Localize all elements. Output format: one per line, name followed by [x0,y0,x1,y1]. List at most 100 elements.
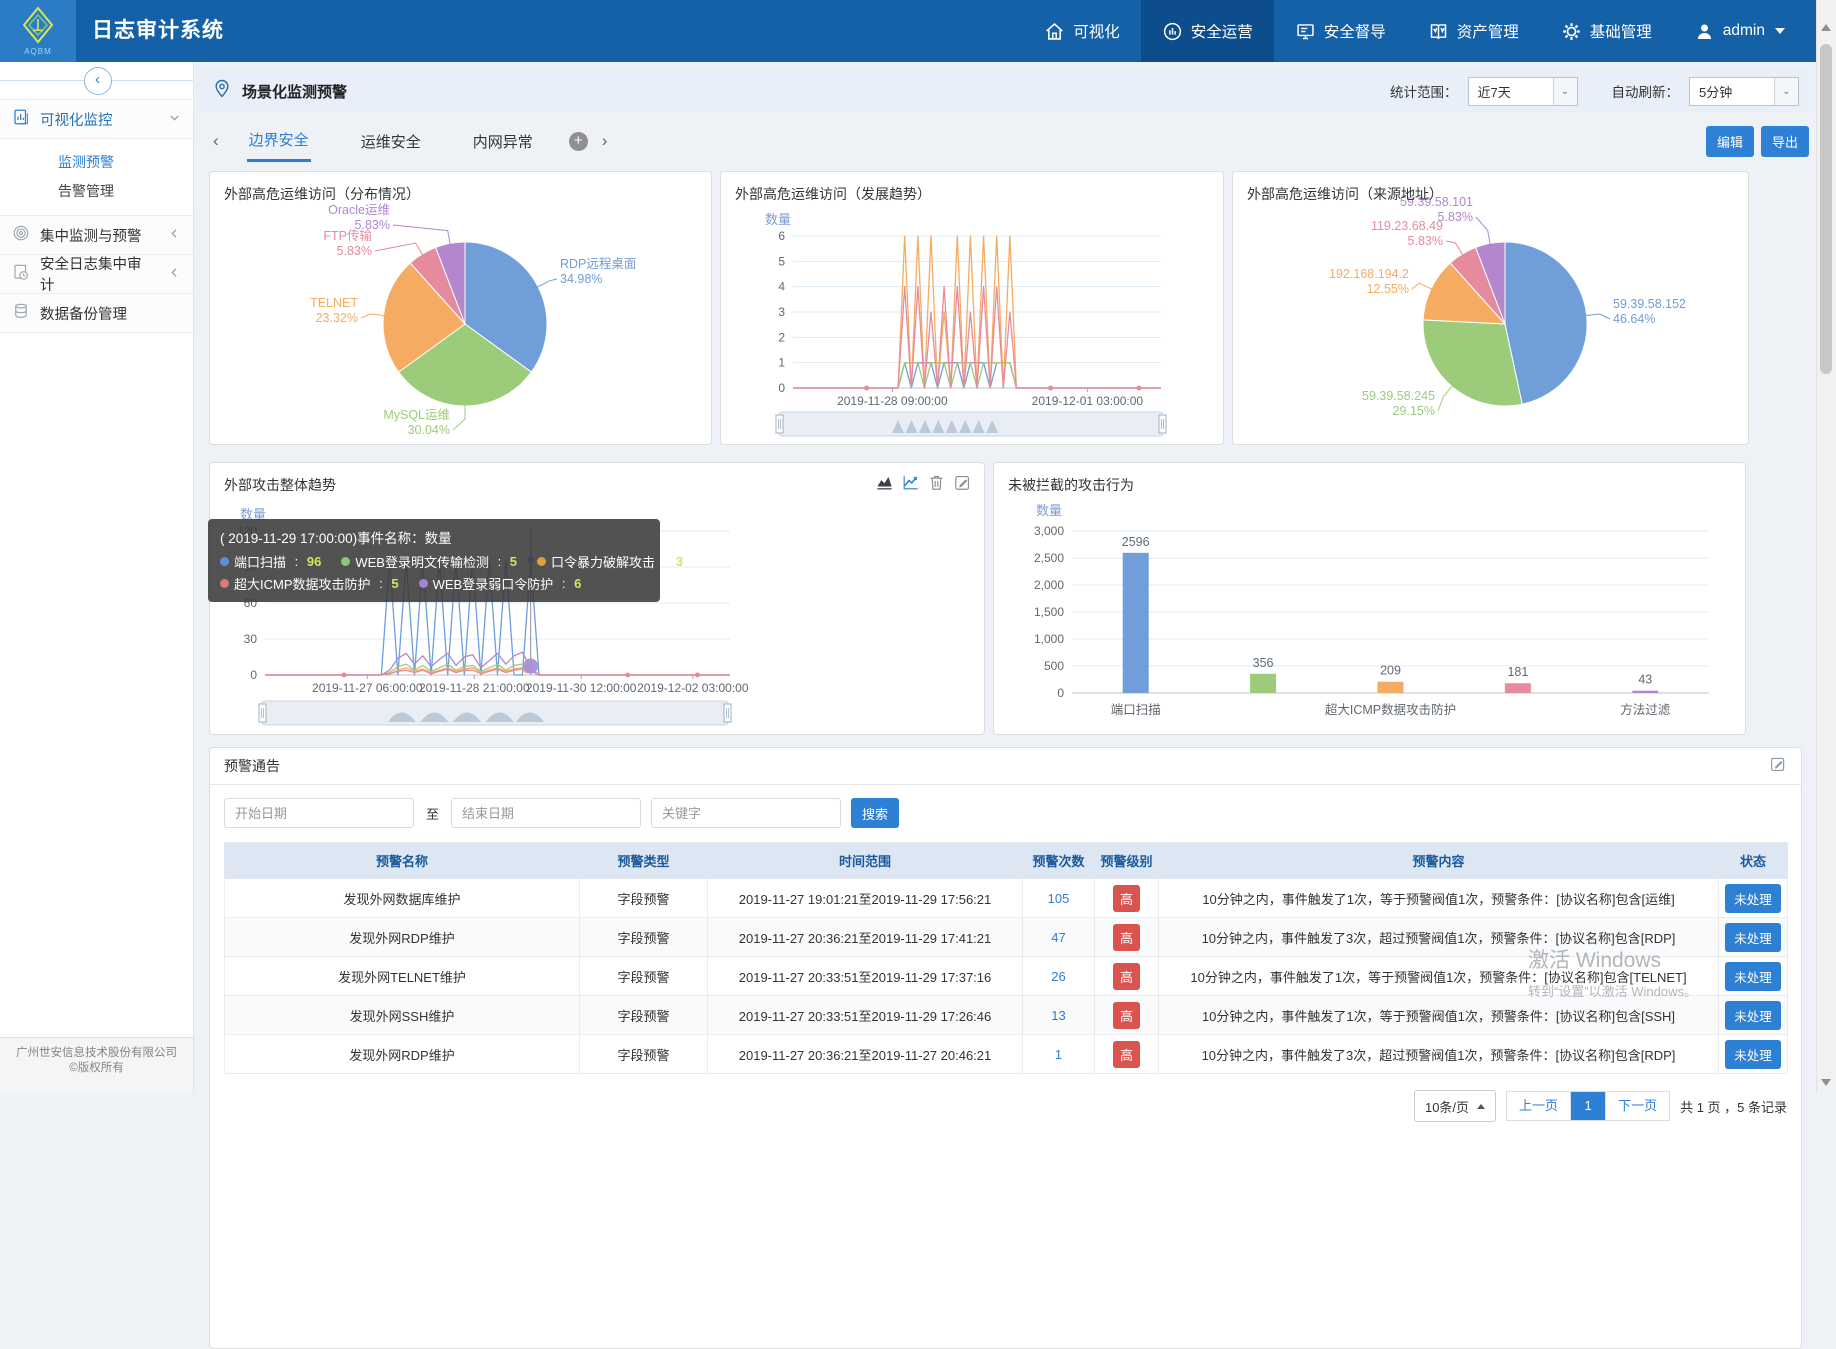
nav-item-asset-management[interactable]: 资产管理 [1407,0,1540,62]
sidebar-group-data-backup[interactable]: 数据备份管理 [0,293,193,333]
series-name: 端口扫描 [234,552,286,571]
alert-panel-header: 预警通告 [210,748,1801,785]
pagination: 10条/页 上一页 1 下一页 共 1 页 ，5 条记录 [210,1090,1787,1122]
status-button[interactable]: 未处理 [1725,1001,1781,1030]
table-header-cell[interactable]: 预警次数 [1023,843,1095,879]
alert-count-link[interactable]: 26 [1051,969,1065,984]
nav-item-basic-management[interactable]: 基础管理 [1540,0,1673,62]
prev-page-button[interactable]: 上一页 [1506,1091,1571,1121]
stat-range-label: 统计范围： [1390,81,1458,101]
trash-icon[interactable] [927,473,946,497]
stat-range-select[interactable]: 近7天 ⌄ [1468,77,1578,106]
alert-count-cell: 47 [1023,918,1095,957]
scrollbar-up-arrow-icon[interactable] [1821,24,1831,31]
edit-button[interactable]: 编辑 [1706,126,1754,157]
panel-ops-trend: 外部高危运维访问（发展趋势） 0123456数量2019-11-28 09:00… [720,171,1224,445]
alert-type-cell: 字段预警 [580,957,708,996]
vertical-scrollbar[interactable] [1816,0,1836,1092]
table-header-cell[interactable]: 状态 [1719,843,1788,879]
svg-text:3: 3 [778,305,785,319]
search-button[interactable]: 搜索 [851,798,899,828]
panel-title: 外部高危运维访问（发展趋势） [735,184,931,204]
alert-content-cell: 10分钟之内，事件触发了3次，超过预警阀值1次，预警条件：[协议名称]包含[RD… [1159,1035,1719,1074]
alert-type-cell: 字段预警 [580,996,708,1035]
svg-text:0: 0 [1057,686,1064,700]
tab-ops-security[interactable]: 运维安全 [359,122,423,161]
area-chart-icon[interactable] [875,473,894,497]
sidebar-collapse-button[interactable]: ‹ [84,67,112,95]
start-date-input[interactable] [224,798,414,828]
nav-item-admin[interactable]: admin [1673,0,1806,62]
page-size-value: 10条/页 [1425,1097,1469,1116]
svg-text:MySQL运维: MySQL运维 [383,408,450,422]
logo-text: AQBM [24,47,52,56]
line-chart-icon[interactable] [901,473,920,497]
alert-count-link[interactable]: 105 [1048,891,1070,906]
table-header-cell[interactable]: 预警内容 [1159,843,1719,879]
nav-item-security-supervision[interactable]: 安全督导 [1274,0,1407,62]
page-size-select[interactable]: 10条/页 [1414,1090,1496,1122]
alert-status-cell: 未处理 [1719,996,1788,1035]
series-name: 超大ICMP数据攻击防护 [234,574,371,593]
chart-toolbar [875,473,972,497]
table-header-cell[interactable]: 预警级别 [1095,843,1159,879]
header-controls: 统计范围： 近7天 ⌄ 自动刷新： 5分钟 ⌄ [1390,77,1809,106]
pager-buttons: 上一页 1 下一页 [1506,1091,1670,1121]
scrollbar-down-arrow-icon[interactable] [1821,1079,1831,1086]
alert-count-link[interactable]: 1 [1055,1047,1062,1062]
nav-label: admin [1723,22,1765,40]
alert-count-link[interactable]: 13 [1051,1008,1065,1023]
nav-item-security-operations[interactable]: 安全运营 [1141,0,1274,62]
table-header-cell[interactable]: 时间范围 [708,843,1023,879]
edit-pencil-icon[interactable] [1769,755,1787,778]
tab-border-security[interactable]: 边界安全 [247,120,311,162]
alert-time-cell: 2019-11-27 20:33:51至2019-11-29 17:26:46 [708,996,1023,1035]
nav-item-visualization[interactable]: 可视化 [1023,0,1141,62]
svg-text:30.04%: 30.04% [408,423,450,437]
svg-text:2019-12-01 03:00:00: 2019-12-01 03:00:00 [1032,394,1144,408]
sidebar-item-alarm-management[interactable]: 告警管理 [0,177,193,206]
tab-intranet-anomaly[interactable]: 内网异常 [471,122,535,161]
status-button[interactable]: 未处理 [1725,884,1781,913]
level-badge: 高 [1113,1041,1140,1068]
tabs-scroll-left[interactable]: ‹ [209,131,223,151]
chevron-up-icon [1477,1104,1485,1109]
sidebar-group-central-monitoring[interactable]: 集中监测与预警 [0,215,193,255]
svg-text:2: 2 [778,330,785,344]
keyword-input[interactable] [651,798,841,828]
alert-count-link[interactable]: 47 [1051,930,1065,945]
table-header-cell[interactable]: 预警名称 [225,843,580,879]
end-date-input[interactable] [451,798,641,828]
svg-text:12.55%: 12.55% [1367,282,1409,296]
sidebar-item-monitor-warning[interactable]: 监测预警 [0,148,193,177]
alert-level-cell: 高 [1095,918,1159,957]
edit-pencil-icon[interactable] [953,473,972,497]
alert-type-cell: 字段预警 [580,1035,708,1074]
sidebar-group-label: 可视化监控 [40,109,113,130]
radar-icon [12,224,30,246]
add-tab-button[interactable]: + [569,132,588,151]
svg-text:超大ICMP数据攻击防护: 超大ICMP数据攻击防护 [1325,702,1456,717]
alert-status-cell: 未处理 [1719,879,1788,918]
scene-tabs: ‹ 边界安全 运维安全 内网异常 + › 编辑 导出 [209,120,1809,162]
sidebar-group-visual-monitoring[interactable]: 可视化监控 [0,99,193,139]
status-button[interactable]: 未处理 [1725,923,1781,952]
svg-text:2019-11-27 06:00:00: 2019-11-27 06:00:00 [312,681,423,695]
next-page-button[interactable]: 下一页 [1605,1091,1670,1121]
level-badge: 高 [1113,963,1140,990]
user-icon [1694,21,1715,42]
current-page-button[interactable]: 1 [1571,1091,1605,1121]
svg-text:5.83%: 5.83% [1438,210,1473,224]
scrollbar-thumb[interactable] [1820,44,1832,374]
auto-refresh-select[interactable]: 5分钟 ⌄ [1689,77,1799,106]
app-logo[interactable]: AQBM [0,0,76,62]
export-button[interactable]: 导出 [1761,126,1809,157]
tabs-scroll-right[interactable]: › [598,131,612,151]
alert-count-cell: 26 [1023,957,1095,996]
status-button[interactable]: 未处理 [1725,1040,1781,1069]
svg-text:0: 0 [250,668,257,682]
svg-text:59.39.58.152: 59.39.58.152 [1613,297,1686,311]
sidebar-group-log-audit[interactable]: 安全日志集中审计 [0,254,193,294]
status-button[interactable]: 未处理 [1725,962,1781,991]
table-header-cell[interactable]: 预警类型 [580,843,708,879]
